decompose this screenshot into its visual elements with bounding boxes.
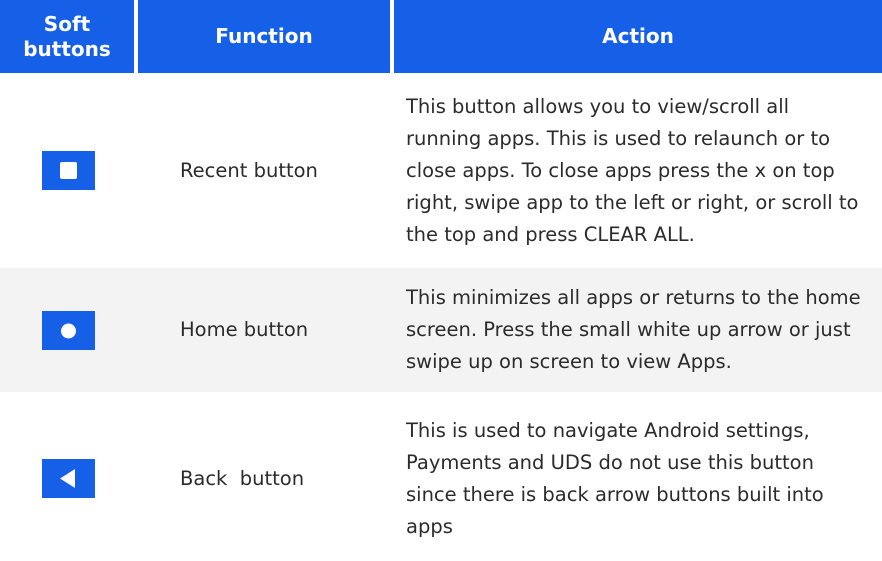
table-header-row: Soft buttons Function Action: [0, 0, 882, 77]
table-row: Back button This is used to navigate And…: [0, 394, 882, 561]
function-cell: Home button: [136, 266, 392, 396]
icon-cell: [0, 266, 136, 396]
icon-cell: [0, 75, 136, 268]
icon-cell: [0, 394, 136, 561]
home-circle-icon: [41, 310, 95, 350]
function-cell: Recent button: [136, 75, 392, 268]
header-function: Function: [136, 0, 394, 77]
soft-buttons-table: Soft buttons Function Action Recent butt…: [0, 0, 882, 561]
action-cell: This minimizes all apps or returns to th…: [392, 266, 882, 396]
recent-square-icon: [41, 151, 95, 190]
action-cell: This is used to navigate Android setting…: [392, 394, 882, 561]
back-triangle-icon: [41, 459, 95, 498]
header-soft-buttons: Soft buttons: [0, 0, 138, 77]
table-row: Home button This minimizes all apps or r…: [0, 266, 882, 396]
header-action: Action: [392, 0, 882, 77]
action-cell: This button allows you to view/scroll al…: [392, 75, 882, 268]
table-row: Recent button This button allows you to …: [0, 75, 882, 268]
function-cell: Back button: [136, 394, 392, 561]
